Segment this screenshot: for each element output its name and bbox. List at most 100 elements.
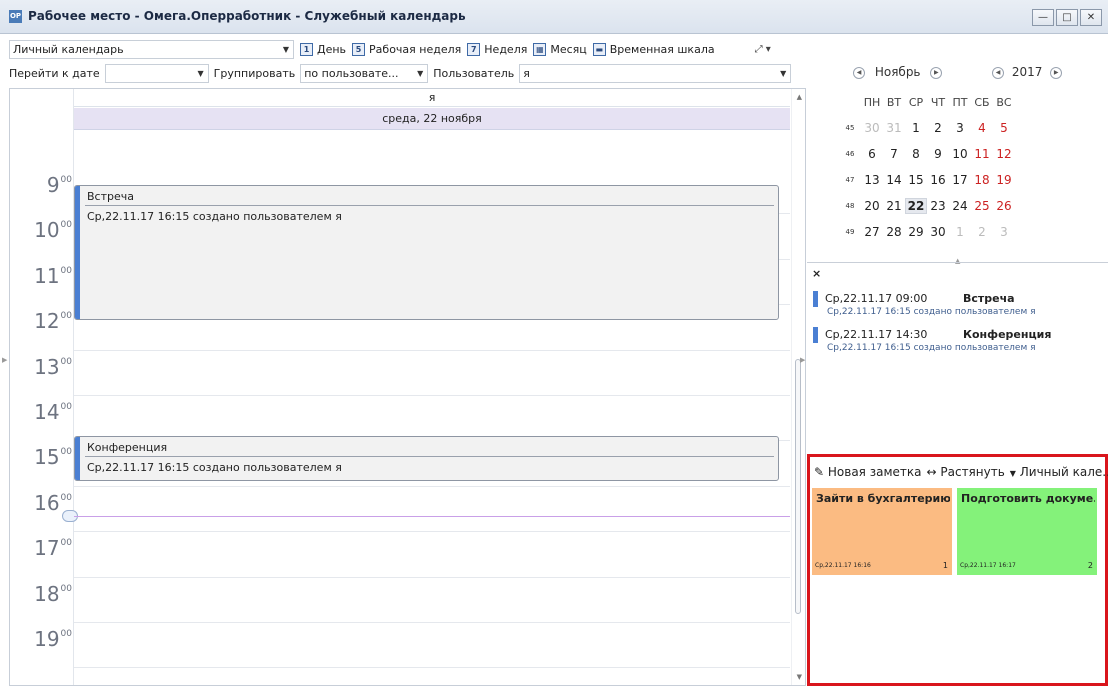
calendar-day[interactable]: 30 (927, 225, 949, 239)
view-month-button[interactable]: ▦ Месяц (533, 42, 587, 56)
view-day-button[interactable]: 1 День (300, 42, 346, 56)
calendar-day[interactable]: 21 (883, 199, 905, 213)
calendar-day[interactable]: 14 (883, 173, 905, 187)
note-card[interactable]: Подготовить докуме... Ср,22.11.17 16:17 … (957, 488, 1097, 575)
calendar-day[interactable]: 6 (861, 147, 883, 161)
appointment-subject: Встреча (87, 190, 134, 203)
view-workweek-button[interactable]: 5 Рабочая неделя (352, 42, 461, 56)
calendar-select[interactable]: Личный календарь ▼ (9, 39, 294, 59)
calendar-day[interactable]: 23 (927, 199, 949, 213)
calendar-day[interactable]: 13 (861, 173, 883, 187)
notes-calendar-select[interactable]: ▼ Личный кале... (1010, 465, 1108, 479)
calendar-day[interactable]: 30 (861, 121, 883, 135)
calendar-day[interactable]: 2 (927, 121, 949, 135)
close-icon[interactable]: × (812, 267, 821, 280)
calendar-day[interactable]: 10 (949, 147, 971, 161)
weekday-label: ВС (996, 95, 1012, 109)
calendar-day[interactable]: 5 (993, 121, 1015, 135)
notes-calendar-label: Личный кале... (1019, 465, 1108, 479)
calendar-day[interactable]: 24 (949, 199, 971, 213)
calendar-day[interactable]: 22 (905, 198, 927, 214)
calendar-day[interactable]: 28 (883, 225, 905, 239)
scroll-up-icon[interactable]: ▲ (797, 93, 802, 101)
calendar-week-row: 46 6 7 8 9 10 11 12 (839, 141, 1015, 167)
timeline-view-icon: ▬ (592, 42, 606, 56)
calendar-day[interactable]: 3 (949, 121, 971, 135)
calendar-day[interactable]: 11 (971, 147, 993, 161)
date-header[interactable]: среда, 22 ноября (74, 108, 790, 130)
scrollbar-thumb[interactable] (795, 359, 801, 614)
hour-value: 19 (34, 627, 60, 651)
view-toolbar: Личный календарь ▼ 1 День 5 Рабочая неде… (9, 38, 806, 60)
resource-header: я (74, 89, 790, 107)
user-select-value: я (523, 66, 530, 80)
view-month-label: Месяц (550, 42, 587, 56)
calendar-day[interactable]: 18 (971, 173, 993, 187)
calendar-day[interactable]: 1 (949, 225, 971, 239)
view-timeline-button[interactable]: ▬ Временная шкала (592, 42, 715, 56)
scroll-down-icon[interactable]: ▼ (797, 673, 802, 681)
weekday-label: ВТ (886, 95, 902, 109)
minute-value: 00 (60, 492, 72, 503)
group-select[interactable]: по пользовате... ▼ (300, 63, 429, 83)
calendar-day[interactable]: 12 (993, 147, 1015, 161)
stretch-button[interactable]: ↔ Растянуть (926, 465, 1004, 479)
year-navigator: ◀ 2017 ▶ (992, 65, 1063, 79)
user-select[interactable]: я ▼ (519, 63, 792, 83)
agenda-item-time: Ср,22.11.17 14:30 (825, 328, 928, 341)
workweek-view-icon: 5 (352, 42, 366, 56)
prev-year-icon[interactable]: ◀ (992, 66, 1004, 79)
calendar-week-row: 45 30 31 1 2 3 4 5 (839, 115, 1015, 141)
agenda-item-subject: Встреча (963, 292, 1015, 305)
appointment-meeting[interactable]: Встреча Ср,22.11.17 16:15 создано пользо… (74, 185, 779, 320)
calendar-day[interactable]: 31 (883, 121, 905, 135)
calendar-day[interactable]: 2 (971, 225, 993, 239)
day-view[interactable]: 900 1000 1100 1200 1300 1400 1500 1600 1700 1800 1… (9, 88, 806, 686)
appointment-conference[interactable]: Конференция Ср,22.11.17 16:15 создано по… (74, 436, 779, 481)
calendar-day[interactable]: 27 (861, 225, 883, 239)
calendar-day[interactable]: 26 (993, 199, 1015, 213)
calendar-day[interactable]: 20 (861, 199, 883, 213)
hour-label: 900 (10, 173, 72, 197)
minute-value: 00 (60, 265, 72, 276)
vertical-scrollbar[interactable]: ▲ ▼ (791, 89, 805, 685)
calendar-day[interactable]: 16 (927, 173, 949, 187)
agenda-item-bar (813, 291, 818, 307)
group-select-value: по пользовате... (304, 66, 399, 80)
goto-date-picker[interactable]: ▼ (104, 63, 209, 83)
maximize-button[interactable]: □ (1056, 9, 1078, 26)
close-button[interactable]: ✕ (1080, 9, 1102, 26)
collapse-right-icon[interactable]: ▶ (800, 356, 805, 364)
group-label: Группировать (213, 66, 296, 80)
note-card[interactable]: Зайти в бухгалтерию Ср,22.11.17 16:16 1 (812, 488, 952, 575)
prev-month-icon[interactable]: ◀ (853, 66, 865, 79)
hour-label: 1000 (10, 218, 72, 242)
calendar-day[interactable]: 9 (927, 147, 949, 161)
calendar-day[interactable]: 1 (905, 121, 927, 135)
calendar-day[interactable]: 25 (971, 199, 993, 213)
week-view-icon: 7 (467, 42, 481, 56)
collapse-left-icon[interactable]: ▶ (2, 356, 7, 364)
view-timeline-label: Временная шкала (609, 42, 715, 56)
calendar-day[interactable]: 19 (993, 173, 1015, 187)
note-date: Ср,22.11.17 16:17 (960, 562, 1016, 569)
hour-label: 1500 (10, 445, 72, 469)
calendar-day[interactable]: 3 (993, 225, 1015, 239)
calendar-day[interactable]: 4 (971, 121, 993, 135)
chevron-down-icon: ▼ (197, 68, 204, 78)
hour-label: 1400 (10, 400, 72, 424)
note-number: 1 (942, 561, 948, 570)
new-note-button[interactable]: ✎ Новая заметка (814, 465, 921, 479)
calendar-day[interactable]: 17 (949, 173, 971, 187)
next-month-icon[interactable]: ▶ (930, 66, 943, 79)
next-year-icon[interactable]: ▶ (1050, 66, 1063, 79)
calendar-day[interactable]: 7 (883, 147, 905, 161)
calendar-day[interactable]: 8 (905, 147, 927, 161)
calendar-day[interactable]: 29 (905, 225, 927, 239)
hour-value: 12 (34, 309, 60, 334)
calendar-day[interactable]: 15 (905, 173, 927, 187)
view-week-button[interactable]: 7 Неделя (467, 42, 527, 56)
appointment-status-bar (75, 437, 80, 480)
toolbar-options-button[interactable]: ⤢ ▾ (755, 44, 771, 55)
minimize-button[interactable]: — (1032, 9, 1054, 26)
